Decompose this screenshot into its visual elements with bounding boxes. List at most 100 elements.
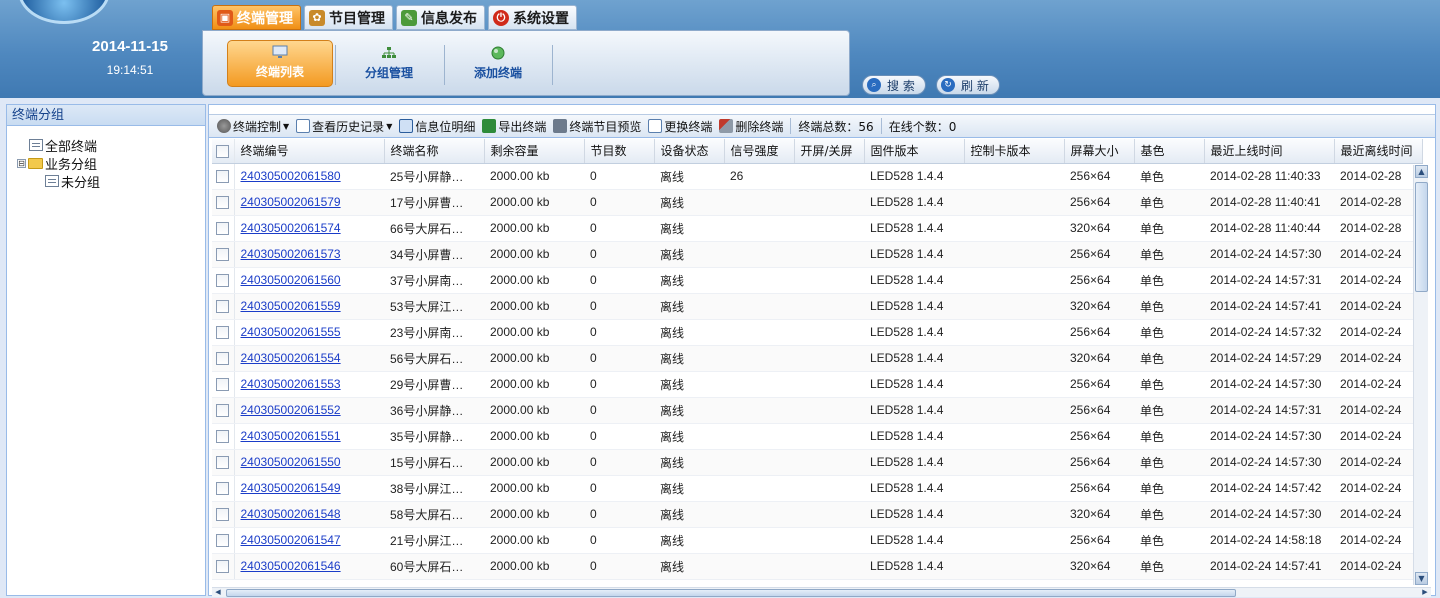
replace-terminal-button[interactable]: 更换终端	[648, 118, 712, 135]
table-row[interactable]: 240305002061573 34号小屏曹… 2000.00 kb 0 离线 LED52…	[212, 241, 1422, 268]
col-screen-on-off[interactable]: 开屏/关屏	[794, 139, 865, 164]
terminal-id-link[interactable]: 240305002061559	[241, 299, 341, 313]
row-checkbox[interactable]	[216, 378, 229, 392]
row-checkbox[interactable]	[216, 456, 229, 470]
table-row[interactable]: 240305002061580 25号小屏静… 2000.00 kb 0 离线 26 LED…	[212, 163, 1422, 190]
cell-last-online: 2014-02-24 14:57:30	[1204, 371, 1334, 398]
col-screen-size[interactable]: 屏幕大小	[1064, 139, 1135, 164]
row-select-cell	[212, 501, 235, 528]
terminal-id-link[interactable]: 240305002061554	[241, 351, 341, 365]
col-device-status[interactable]: 设备状态	[654, 139, 725, 164]
scroll-down-icon[interactable]: ▼	[1415, 572, 1428, 585]
terminal-id-link[interactable]: 240305002061579	[241, 195, 341, 209]
table-row[interactable]: 240305002061559 53号大屏江… 2000.00 kb 0 离线 LED52…	[212, 293, 1422, 320]
tree-item-all-terminals[interactable]: 全部终端	[7, 136, 205, 155]
row-checkbox[interactable]	[216, 274, 229, 288]
row-select-cell	[212, 215, 235, 242]
terminal-id-link[interactable]: 240305002061547	[241, 533, 341, 547]
tab-info-publish[interactable]: ✎ 信息发布	[396, 5, 485, 30]
col-terminal-id[interactable]: 终端编号	[234, 139, 385, 164]
cell-terminal-name: 37号小屏南…	[384, 267, 484, 294]
terminal-id-link[interactable]: 240305002061549	[241, 481, 341, 495]
col-base-color[interactable]: 基色	[1134, 139, 1205, 164]
cell-program-count: 0	[584, 371, 654, 398]
tree-item-ungrouped[interactable]: 未分组	[7, 172, 205, 191]
table-row[interactable]: 240305002061555 23号小屏南… 2000.00 kb 0 离线 LED52…	[212, 319, 1422, 346]
terminal-id-link[interactable]: 240305002061546	[241, 559, 341, 573]
row-checkbox[interactable]	[216, 560, 229, 574]
terminal-id-link[interactable]: 240305002061574	[241, 221, 341, 235]
col-terminal-name[interactable]: 终端名称	[384, 139, 485, 164]
scroll-up-icon[interactable]: ▲	[1415, 165, 1428, 178]
row-checkbox[interactable]	[216, 170, 229, 184]
cell-firmware-version: LED528 1.4.4	[864, 345, 964, 372]
row-checkbox[interactable]	[216, 508, 229, 522]
col-signal-strength[interactable]: 信号强度	[724, 139, 795, 164]
table-row[interactable]: 240305002061553 29号小屏曹… 2000.00 kb 0 离线 LED52…	[212, 371, 1422, 398]
table-row[interactable]: 240305002061579 17号小屏曹… 2000.00 kb 0 离线 LED52…	[212, 189, 1422, 216]
col-firmware-version[interactable]: 固件版本	[864, 139, 965, 164]
subnav-terminal-list[interactable]: 终端列表	[227, 40, 333, 87]
table-row[interactable]: 240305002061548 58号大屏石… 2000.00 kb 0 离线 LED52…	[212, 501, 1422, 528]
table-row[interactable]: 240305002061574 66号大屏石… 2000.00 kb 0 离线 LED52…	[212, 215, 1422, 242]
tree-item-business-group[interactable]: ⊟ 业务分组	[7, 154, 205, 173]
subnav-group-management[interactable]: 分组管理	[336, 40, 442, 87]
row-checkbox[interactable]	[216, 482, 229, 496]
table-row[interactable]: 240305002061560 37号小屏南… 2000.00 kb 0 离线 LED52…	[212, 267, 1422, 294]
table-row[interactable]: 240305002061554 56号大屏石… 2000.00 kb 0 离线 LED52…	[212, 345, 1422, 372]
table-row[interactable]: 240305002061551 35号小屏静… 2000.00 kb 0 离线 LED52…	[212, 423, 1422, 450]
row-checkbox[interactable]	[216, 534, 229, 548]
col-remaining-capacity[interactable]: 剩余容量	[484, 139, 585, 164]
cell-screen-size: 256×64	[1064, 371, 1134, 398]
terminal-id-link[interactable]: 240305002061548	[241, 507, 341, 521]
info-detail-button[interactable]: 信息位明细	[399, 118, 475, 135]
tab-terminal-management[interactable]: ▣ 终端管理	[212, 5, 301, 30]
view-history-menu[interactable]: 查看历史记录 ▼	[296, 118, 392, 135]
refresh-button[interactable]: ↻ 刷 新	[936, 75, 1000, 95]
scroll-left-icon[interactable]: ◀	[212, 588, 224, 598]
row-checkbox[interactable]	[216, 248, 229, 262]
terminal-id-link[interactable]: 240305002061551	[241, 429, 341, 443]
cell-base-color: 单色	[1134, 423, 1204, 450]
subnav-add-terminal[interactable]: 添加终端	[445, 40, 551, 87]
table-row[interactable]: 240305002061552 36号小屏静… 2000.00 kb 0 离线 LED52…	[212, 397, 1422, 424]
export-terminals-button[interactable]: 导出终端	[482, 118, 546, 135]
delete-terminal-button[interactable]: 删除终端	[719, 118, 783, 135]
row-checkbox[interactable]	[216, 196, 229, 210]
terminal-id-link[interactable]: 240305002061580	[241, 169, 341, 183]
col-last-offline[interactable]: 最近离线时间	[1334, 139, 1423, 164]
terminal-id-link[interactable]: 240305002061560	[241, 273, 341, 287]
terminal-id-link[interactable]: 240305002061552	[241, 403, 341, 417]
table-row[interactable]: 240305002061549 38号小屏江… 2000.00 kb 0 离线 LED52…	[212, 475, 1422, 502]
table-row[interactable]: 240305002061547 21号小屏江… 2000.00 kb 0 离线 LED52…	[212, 527, 1422, 554]
col-last-online[interactable]: 最近上线时间	[1204, 139, 1335, 164]
terminal-id-link[interactable]: 240305002061555	[241, 325, 341, 339]
cell-device-status: 离线	[654, 501, 724, 528]
vertical-scrollbar[interactable]: ▲ ▼	[1413, 165, 1428, 585]
terminal-id-link[interactable]: 240305002061573	[241, 247, 341, 261]
terminal-id-link[interactable]: 240305002061553	[241, 377, 341, 391]
cell-last-offline: 2014-02-24	[1334, 397, 1422, 424]
collapse-toggle-icon[interactable]: ⊟	[17, 158, 26, 168]
row-checkbox[interactable]	[216, 430, 229, 444]
search-button[interactable]: ⌕ 搜 索	[862, 75, 926, 95]
tab-program-management[interactable]: ✿ 节目管理	[304, 5, 393, 30]
cell-firmware-version: LED528 1.4.4	[864, 423, 964, 450]
col-control-card-version[interactable]: 控制卡版本	[964, 139, 1065, 164]
cell-terminal-id: 240305002061574	[234, 215, 384, 242]
table-row[interactable]: 240305002061546 60号大屏石… 2000.00 kb 0 离线 LED52…	[212, 553, 1422, 580]
row-checkbox[interactable]	[216, 300, 229, 314]
terminal-control-menu[interactable]: 终端控制 ▼	[217, 118, 289, 135]
scroll-right-icon[interactable]: ▶	[1419, 588, 1431, 598]
row-checkbox[interactable]	[216, 222, 229, 236]
col-program-count[interactable]: 节目数	[584, 139, 655, 164]
row-checkbox[interactable]	[216, 326, 229, 340]
select-all-checkbox[interactable]	[216, 144, 229, 158]
vertical-scroll-thumb[interactable]	[1415, 182, 1428, 292]
terminal-id-link[interactable]: 240305002061550	[241, 455, 341, 469]
row-checkbox[interactable]	[216, 352, 229, 366]
table-row[interactable]: 240305002061550 15号小屏石… 2000.00 kb 0 离线 LED52…	[212, 449, 1422, 476]
program-preview-button[interactable]: 终端节目预览	[553, 118, 641, 135]
row-checkbox[interactable]	[216, 404, 229, 418]
tab-system-settings[interactable]: ⏻ 系统设置	[488, 5, 577, 30]
